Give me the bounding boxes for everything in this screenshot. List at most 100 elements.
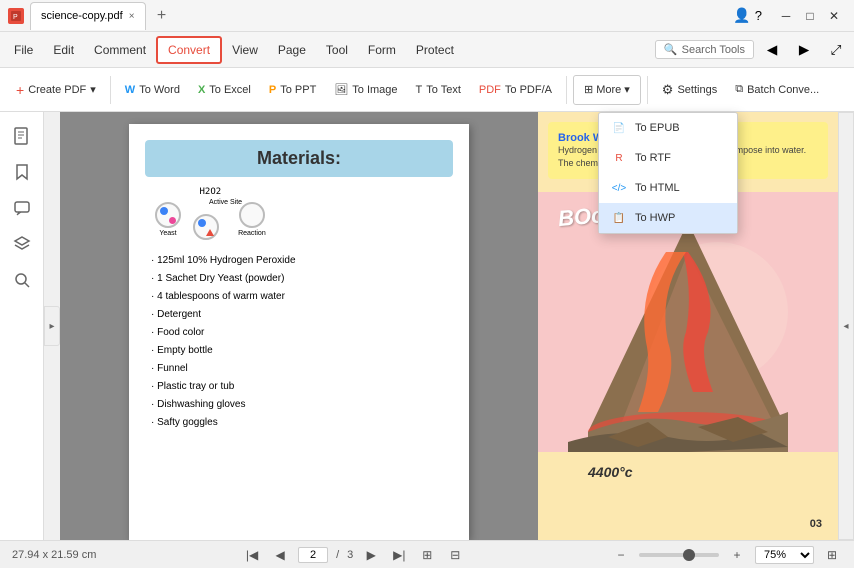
sidebar-search-icon[interactable]: [6, 264, 38, 296]
settings-label: Settings: [677, 84, 717, 96]
search-icon: 🔍: [664, 43, 678, 56]
to-ppt-btn[interactable]: P To PPT: [261, 73, 324, 107]
dropdown-to-hwp[interactable]: 📋 To HWP: [599, 203, 737, 233]
to-excel-label: To Excel: [209, 84, 251, 96]
to-pdfa-label: To PDF/A: [505, 84, 552, 96]
current-page-input[interactable]: [298, 547, 328, 563]
nav-back-btn[interactable]: ◀: [758, 36, 786, 64]
zoom-in-btn[interactable]: +: [727, 545, 747, 565]
materials-list: 125ml 10% Hydrogen Peroxide1 Sachet Dry …: [145, 252, 453, 432]
to-text-label: To Text: [426, 84, 461, 96]
more-caret: ▾: [624, 83, 630, 96]
fullscreen-btn[interactable]: ⊞: [822, 545, 842, 565]
dropdown-to-rtf[interactable]: R To RTF: [599, 143, 737, 173]
to-pdfa-btn[interactable]: PDF To PDF/A: [471, 73, 560, 107]
profile-icon[interactable]: 👤: [733, 7, 750, 24]
html-label: To HTML: [635, 182, 680, 194]
help-icon[interactable]: ?: [755, 8, 762, 23]
text-icon: T: [416, 84, 423, 96]
zoom-thumb[interactable]: [683, 549, 695, 561]
minimize-btn[interactable]: ─: [774, 6, 798, 26]
dropdown-to-html[interactable]: </> To HTML: [599, 173, 737, 203]
menu-right: 🔍 Search Tools ◀ ▶ ⤢: [655, 36, 850, 64]
title-bar-right: 👤 ? ─ □ ✕: [733, 6, 846, 26]
excel-icon: X: [198, 84, 205, 96]
sidebar-bookmark-icon[interactable]: [6, 156, 38, 188]
more-dropdown: 📄 To EPUB R To RTF </> To HTML 📋 To HWP: [598, 112, 738, 234]
sidebar-layers-icon[interactable]: [6, 228, 38, 260]
batch-convert-btn[interactable]: ⧉ Batch Conve...: [727, 73, 827, 107]
maximize-btn[interactable]: □: [798, 6, 822, 26]
status-center: |◀ ◀ / 3 ▶ ▶| ⊞ ⊟: [104, 545, 603, 565]
to-word-btn[interactable]: W To Word: [117, 73, 188, 107]
page-prev-btn[interactable]: ◀: [270, 545, 290, 565]
yeast-label: Yeast: [159, 230, 176, 237]
batch-convert-label: Batch Conve...: [747, 84, 819, 96]
volcano-illustration: BOoooh!: [538, 192, 838, 520]
materials-list-item: 4 tablespoons of warm water: [151, 288, 453, 306]
rtf-icon: R: [611, 150, 627, 166]
fit-width-btn[interactable]: ⊟: [445, 545, 465, 565]
more-label: More: [596, 84, 621, 96]
collapse-sidebar-btn[interactable]: ▸: [44, 306, 60, 346]
ppt-icon: P: [269, 84, 276, 96]
create-pdf-icon: +: [16, 82, 24, 98]
expand-btn[interactable]: ⤢: [822, 36, 850, 64]
materials-list-item: Detergent: [151, 306, 453, 324]
to-word-label: To Word: [139, 84, 180, 96]
menu-tool[interactable]: Tool: [316, 36, 358, 64]
menu-convert[interactable]: Convert: [156, 36, 222, 64]
to-text-btn[interactable]: T To Text: [408, 73, 469, 107]
tab-title: science-copy.pdf: [41, 10, 123, 22]
menu-view[interactable]: View: [222, 36, 268, 64]
menu-page[interactable]: Page: [268, 36, 316, 64]
total-pages: 3: [347, 549, 353, 561]
sidebar-comment-icon[interactable]: [6, 192, 38, 224]
materials-list-item: Funnel: [151, 360, 453, 378]
page-number: 03: [810, 518, 822, 530]
add-tab-btn[interactable]: +: [152, 6, 172, 26]
page-next-btn[interactable]: ▶: [361, 545, 381, 565]
zoom-out-btn[interactable]: −: [611, 545, 631, 565]
menu-protect[interactable]: Protect: [406, 36, 464, 64]
settings-icon: ⚙: [662, 82, 674, 98]
nav-forward-btn[interactable]: ▶: [790, 36, 818, 64]
active-tab[interactable]: science-copy.pdf ×: [30, 2, 146, 30]
menu-file[interactable]: File: [4, 36, 43, 64]
active-site-label: Active Site: [209, 199, 242, 206]
zoom-slider[interactable]: [639, 553, 719, 557]
temp-label: 4400°c: [588, 464, 633, 480]
title-bar: P science-copy.pdf × + 👤 ? ─ □ ✕: [0, 0, 854, 32]
menu-edit[interactable]: Edit: [43, 36, 84, 64]
menu-comment[interactable]: Comment: [84, 36, 156, 64]
create-pdf-btn[interactable]: + Create PDF ▾: [8, 73, 104, 107]
zoom-level-select[interactable]: 75% 50% 100% 125%: [755, 546, 814, 564]
menu-form[interactable]: Form: [358, 36, 406, 64]
settings-btn[interactable]: ⚙ Settings: [654, 73, 725, 107]
separator-2: [566, 76, 567, 104]
status-right: − + 75% 50% 100% 125% ⊞: [611, 545, 842, 565]
page-last-btn[interactable]: ▶|: [389, 545, 409, 565]
diagram-area: H2O2 Yeast: [145, 187, 453, 240]
epub-label: To EPUB: [635, 122, 680, 134]
tab-close-btn[interactable]: ×: [129, 11, 135, 22]
sidebar-pages-icon[interactable]: [6, 120, 38, 152]
epub-icon: 📄: [611, 120, 627, 136]
dropdown-to-epub[interactable]: 📄 To EPUB: [599, 113, 737, 143]
svg-text:P: P: [13, 14, 18, 21]
to-excel-btn[interactable]: X To Excel: [190, 73, 259, 107]
search-tools-area[interactable]: 🔍 Search Tools: [655, 40, 754, 59]
more-btn[interactable]: ⊞ More ▾: [573, 75, 641, 105]
page-first-btn[interactable]: |◀: [242, 545, 262, 565]
html-icon: </>: [611, 180, 627, 196]
close-btn[interactable]: ✕: [822, 6, 846, 26]
to-image-btn[interactable]: 🖼 To Image: [326, 73, 405, 107]
fit-page-btn[interactable]: ⊞: [417, 545, 437, 565]
h2o2-label: H2O2: [200, 187, 222, 197]
materials-list-item: Safty goggles: [151, 414, 453, 432]
app-icon: P: [8, 8, 24, 24]
create-pdf-caret: ▾: [90, 83, 96, 96]
right-expand-btn[interactable]: ◂: [838, 112, 854, 540]
hwp-label: To HWP: [635, 212, 675, 224]
reaction-label: Reaction: [238, 230, 266, 237]
